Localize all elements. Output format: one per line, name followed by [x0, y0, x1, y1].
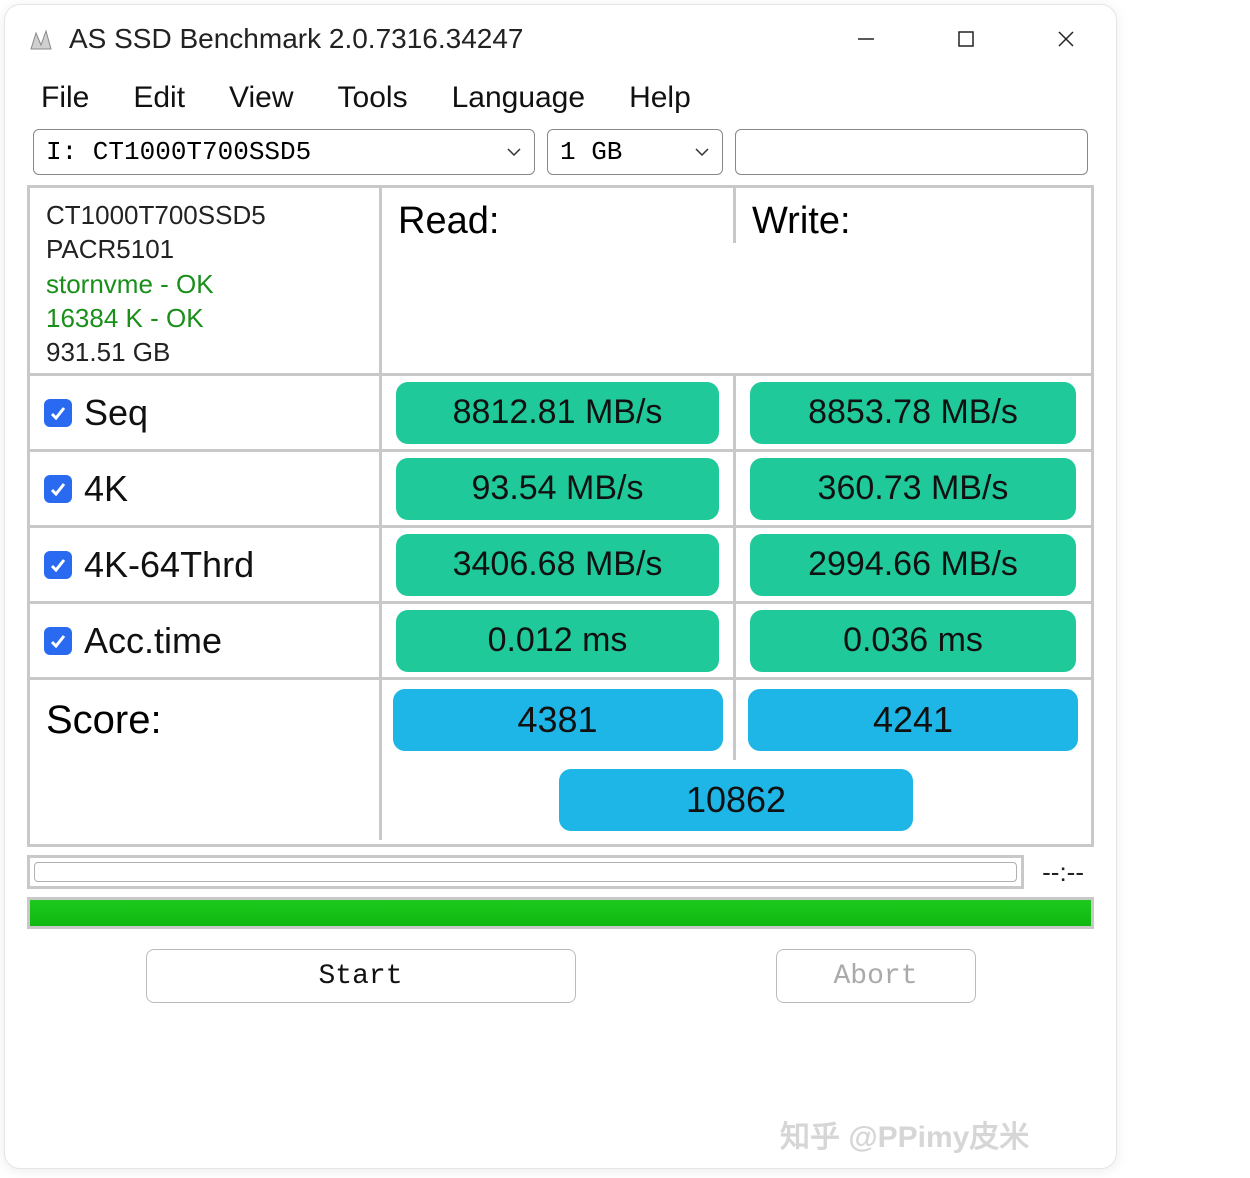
4k-write-value: 360.73 MB/s — [750, 458, 1076, 520]
label-seq: Seq — [84, 392, 148, 434]
menu-file[interactable]: File — [41, 81, 89, 115]
window-title: AS SSD Benchmark 2.0.7316.34247 — [69, 23, 816, 55]
label-acc: Acc.time — [84, 620, 222, 662]
size-select-value: 1 GB — [560, 137, 622, 167]
minimize-button[interactable] — [816, 5, 916, 73]
titlebar: AS SSD Benchmark 2.0.7316.34247 — [5, 5, 1116, 73]
device-capacity: 931.51 GB — [46, 335, 266, 369]
device-firmware: PACR5101 — [46, 232, 266, 266]
checkbox-seq[interactable] — [44, 399, 72, 427]
row-score: Score: 4381 4241 10862 — [30, 680, 1091, 844]
score-read: 4381 — [393, 689, 723, 751]
row-4k64: 4K-64Thrd 3406.68 MB/s 2994.66 MB/s — [30, 528, 1091, 604]
elapsed-time: --:-- — [1042, 857, 1094, 888]
maximize-button[interactable] — [916, 5, 1016, 73]
chevron-down-icon — [504, 142, 524, 162]
size-select[interactable]: 1 GB — [547, 129, 723, 175]
driver-status: stornvme - OK — [46, 267, 266, 301]
drive-select-value: I: CT1000T700SSD5 — [46, 137, 311, 167]
row-seq: Seq 8812.81 MB/s 8853.78 MB/s — [30, 376, 1091, 452]
menu-tools[interactable]: Tools — [338, 81, 408, 115]
window-controls — [816, 5, 1116, 73]
checkbox-4k[interactable] — [44, 475, 72, 503]
column-header-read: Read: — [382, 188, 499, 243]
score-total: 10862 — [559, 769, 913, 831]
menu-edit[interactable]: Edit — [133, 81, 185, 115]
seq-read-value: 8812.81 MB/s — [396, 382, 719, 444]
menubar: File Edit View Tools Language Help — [5, 73, 1116, 121]
acc-read-value: 0.012 ms — [396, 610, 719, 672]
close-button[interactable] — [1016, 5, 1116, 73]
bottom-buttons: Start Abort — [27, 949, 1094, 1003]
chevron-down-icon — [692, 142, 712, 162]
score-write: 4241 — [748, 689, 1078, 751]
start-button[interactable]: Start — [146, 949, 576, 1003]
align-status: 16384 K - OK — [46, 301, 266, 335]
checkbox-4k64[interactable] — [44, 551, 72, 579]
label-4k64: 4K-64Thrd — [84, 544, 254, 586]
row-4k: 4K 93.54 MB/s 360.73 MB/s — [30, 452, 1091, 528]
app-icon — [25, 23, 57, 55]
4k64-write-value: 2994.66 MB/s — [750, 534, 1076, 596]
toolbar-selects: I: CT1000T700SSD5 1 GB — [5, 121, 1116, 185]
column-header-write: Write: — [736, 188, 851, 243]
header-row: CT1000T700SSD5 PACR5101 stornvme - OK 16… — [30, 188, 1091, 376]
menu-language[interactable]: Language — [452, 81, 585, 115]
acc-write-value: 0.036 ms — [750, 610, 1076, 672]
abort-button[interactable]: Abort — [776, 949, 976, 1003]
4k-read-value: 93.54 MB/s — [396, 458, 719, 520]
menu-view[interactable]: View — [229, 81, 293, 115]
device-model: CT1000T700SSD5 — [46, 198, 266, 232]
menu-help[interactable]: Help — [629, 81, 691, 115]
drive-select[interactable]: I: CT1000T700SSD5 — [33, 129, 535, 175]
progress-bar — [27, 855, 1024, 889]
checkbox-acc[interactable] — [44, 627, 72, 655]
results-table: CT1000T700SSD5 PACR5101 stornvme - OK 16… — [27, 185, 1094, 847]
row-acc: Acc.time 0.012 ms 0.036 ms — [30, 604, 1091, 680]
label-4k: 4K — [84, 468, 128, 510]
score-label: Score: — [30, 680, 382, 840]
device-info: CT1000T700SSD5 PACR5101 stornvme - OK 16… — [44, 188, 266, 380]
window-as-ssd-benchmark: AS SSD Benchmark 2.0.7316.34247 File Edi… — [4, 4, 1117, 1169]
4k64-read-value: 3406.68 MB/s — [396, 534, 719, 596]
status-row: --:-- — [27, 855, 1094, 889]
completion-bar — [27, 897, 1094, 929]
seq-write-value: 8853.78 MB/s — [750, 382, 1076, 444]
toolbar-spacer — [735, 129, 1088, 175]
